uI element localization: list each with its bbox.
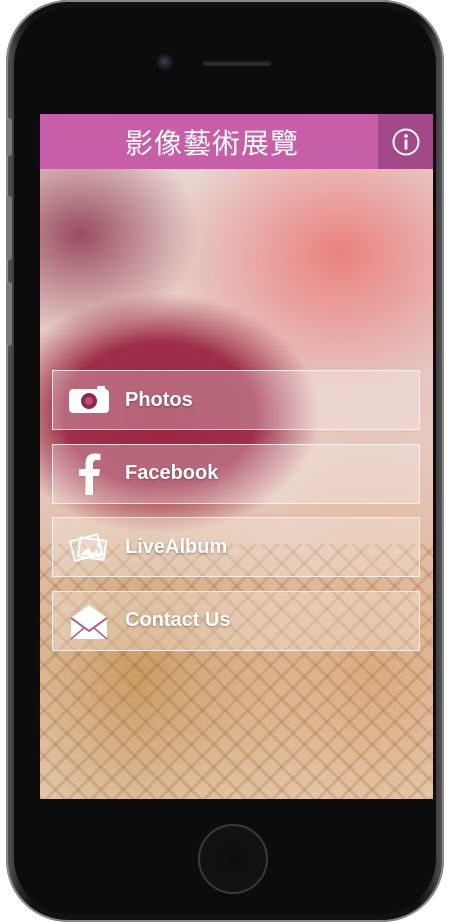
app-title: 影像藝術展覽 <box>124 126 299 160</box>
app-header: 影像藝術展覽 <box>40 114 433 169</box>
menu-label-livealbum: LiveAlbum <box>125 535 228 558</box>
menu-item-livealbum[interactable]: LiveAlbum <box>52 517 420 577</box>
menu-label-photos: Photos <box>125 388 193 411</box>
volume-up-button <box>6 196 12 260</box>
home-button[interactable] <box>198 824 268 894</box>
menu-item-contact-us[interactable]: Contact Us <box>52 590 420 651</box>
menu-item-photos[interactable]: Photos <box>52 370 420 430</box>
app-screen: 影像藝術展覽 Photos Facebook LiveAlbum Contact… <box>40 114 433 799</box>
front-camera <box>159 56 171 68</box>
envelope-icon <box>53 592 125 650</box>
menu-label-contact-us: Contact Us <box>125 609 231 631</box>
camera-icon <box>53 371 125 429</box>
menu-item-facebook[interactable]: Facebook <box>52 443 420 504</box>
info-button[interactable] <box>378 114 433 169</box>
menu-label-facebook: Facebook <box>125 462 219 484</box>
info-circle-icon <box>392 128 419 155</box>
earpiece-speaker <box>202 60 272 66</box>
mute-switch <box>6 118 12 156</box>
volume-down-button <box>6 282 12 346</box>
facebook-icon <box>53 445 125 503</box>
photo-album-icon <box>53 518 125 576</box>
main-menu: Photos Facebook LiveAlbum Contact Us <box>52 370 420 664</box>
